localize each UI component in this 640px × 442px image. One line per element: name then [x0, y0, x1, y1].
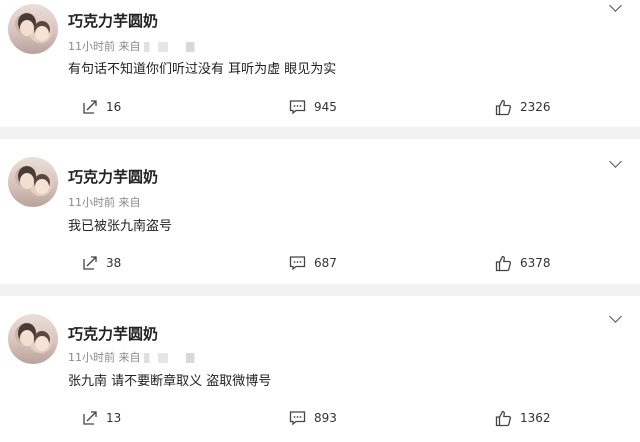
- repost-count: 38: [106, 256, 122, 270]
- chevron-down-icon[interactable]: [609, 310, 622, 323]
- like-count: 6378: [520, 256, 551, 270]
- post-time[interactable]: 11小时前: [68, 351, 115, 364]
- post-meta: 11小时前 来自: [68, 38, 214, 54]
- chevron-down-icon[interactable]: [609, 0, 622, 12]
- source-blurred: [144, 42, 214, 52]
- action-bar: 16 945 2326: [0, 96, 640, 118]
- comment-button[interactable]: 893: [289, 407, 337, 429]
- source-label: 来自: [118, 40, 141, 53]
- repost-icon: [82, 99, 98, 115]
- repost-icon: [82, 410, 98, 426]
- comment-icon: [289, 410, 306, 426]
- comment-icon: [289, 255, 306, 271]
- avatar[interactable]: [8, 314, 58, 364]
- post-time[interactable]: 11小时前: [68, 40, 115, 53]
- repost-button[interactable]: 38: [82, 252, 121, 274]
- post-time[interactable]: 11小时前: [68, 196, 115, 209]
- thumbs-up-icon: [495, 410, 512, 427]
- author-name[interactable]: 巧克力芋圆奶: [68, 10, 158, 31]
- author-name[interactable]: 巧克力芋圆奶: [68, 166, 158, 187]
- comment-count: 687: [314, 256, 337, 270]
- like-button[interactable]: 1362: [495, 407, 551, 429]
- like-count: 1362: [520, 411, 551, 425]
- comment-count: 893: [314, 411, 337, 425]
- post-text: 张九南 请不要断章取义 盗取微博号: [68, 374, 272, 389]
- post-card: 巧克力芋圆奶 11小时前 来自 张九南 请不要断章取义 盗取微博号 13 893: [0, 296, 640, 442]
- source-label: 来自: [118, 196, 141, 209]
- author-name[interactable]: 巧克力芋圆奶: [68, 323, 158, 344]
- post-meta: 11小时前 来自: [68, 194, 141, 210]
- repost-icon: [82, 255, 98, 271]
- comment-button[interactable]: 945: [289, 96, 337, 118]
- source-blurred: [144, 353, 214, 363]
- avatar[interactable]: [8, 157, 58, 207]
- thumbs-up-icon: [495, 99, 512, 116]
- avatar[interactable]: [8, 4, 58, 54]
- like-count: 2326: [520, 100, 551, 114]
- comment-icon: [289, 99, 306, 115]
- repost-button[interactable]: 16: [82, 96, 121, 118]
- comment-button[interactable]: 687: [289, 252, 337, 274]
- comment-count: 945: [314, 100, 337, 114]
- action-bar: 38 687 6378: [0, 252, 640, 274]
- repost-count: 16: [106, 100, 122, 114]
- source-label: 来自: [118, 351, 141, 364]
- repost-count: 13: [106, 411, 122, 425]
- repost-button[interactable]: 13: [82, 407, 121, 429]
- like-button[interactable]: 2326: [495, 96, 551, 118]
- weibo-feed: 巧克力芋圆奶 11小时前 来自 有句话不知道你们听过没有 耳听为虚 眼见为实 1…: [0, 0, 640, 442]
- post-text: 有句话不知道你们听过没有 耳听为虚 眼见为实: [68, 62, 337, 77]
- chevron-down-icon[interactable]: [609, 155, 622, 168]
- post-card: 巧克力芋圆奶 11小时前 来自 有句话不知道你们听过没有 耳听为虚 眼见为实 1…: [0, 0, 640, 127]
- post-card: 巧克力芋圆奶 11小时前 来自 我已被张九南盗号 38 687 6378: [0, 139, 640, 284]
- post-meta: 11小时前 来自: [68, 349, 214, 365]
- like-button[interactable]: 6378: [495, 252, 551, 274]
- thumbs-up-icon: [495, 255, 512, 272]
- action-bar: 13 893 1362: [0, 407, 640, 429]
- post-text: 我已被张九南盗号: [68, 219, 173, 234]
